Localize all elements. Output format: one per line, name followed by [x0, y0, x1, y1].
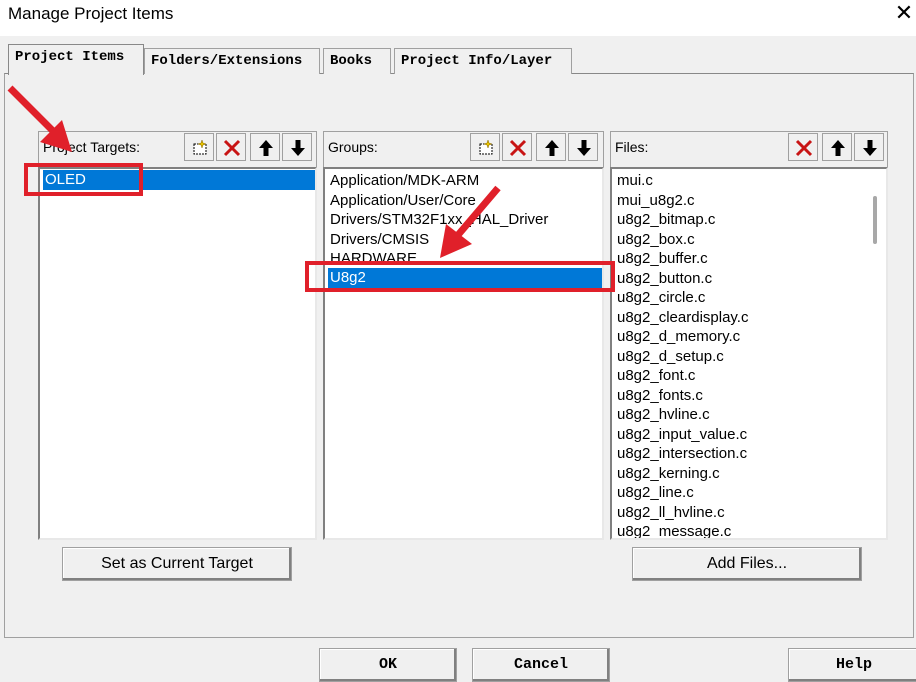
move-up-icon: [831, 140, 845, 156]
group-item[interactable]: Application/MDK-ARM: [328, 171, 479, 191]
group-item[interactable]: HARDWARE: [328, 249, 417, 269]
help-button[interactable]: Help: [788, 648, 916, 682]
groups-label: Groups:: [328, 139, 378, 155]
add-files-button[interactable]: Add Files...: [632, 547, 862, 581]
delete-icon: [509, 139, 527, 157]
file-item[interactable]: u8g2_intersection.c: [615, 444, 747, 464]
tab-project-info-layer[interactable]: Project Info/Layer: [394, 48, 572, 74]
files-move-down-button[interactable]: [854, 133, 884, 161]
close-icon[interactable]: ✕: [892, 0, 916, 28]
file-item[interactable]: u8g2_input_value.c: [615, 425, 747, 445]
delete-icon: [223, 139, 241, 157]
file-item[interactable]: u8g2_buffer.c: [615, 249, 708, 269]
files-listbox[interactable]: mui.c mui_u8g2.c u8g2_bitmap.c u8g2_box.c u8…: [610, 167, 888, 540]
file-item[interactable]: u8g2_hvline.c: [615, 405, 710, 425]
file-item[interactable]: u8g2_d_memory.c: [615, 327, 740, 347]
targets-delete-button[interactable]: [216, 133, 246, 161]
file-item[interactable]: u8g2_message.c: [615, 522, 731, 538]
targets-listbox[interactable]: OLED: [38, 167, 317, 540]
scrollbar-thumb[interactable]: [873, 196, 877, 244]
file-item[interactable]: mui.c: [615, 171, 653, 191]
file-item[interactable]: mui_u8g2.c: [615, 191, 695, 211]
groups-new-button[interactable]: [470, 133, 500, 161]
groups-move-up-button[interactable]: [536, 133, 566, 161]
files-scrollbar[interactable]: [866, 172, 884, 536]
move-up-icon: [545, 140, 559, 156]
new-item-icon: [193, 139, 207, 155]
groups-listbox[interactable]: Application/MDK-ARM Application/User/Cor…: [323, 167, 604, 540]
file-item[interactable]: u8g2_line.c: [615, 483, 694, 503]
window-title: Manage Project Items: [8, 4, 174, 23]
set-current-target-button[interactable]: Set as Current Target: [62, 547, 292, 581]
target-item-oled[interactable]: OLED: [43, 170, 315, 190]
move-up-icon: [259, 140, 273, 156]
delete-icon: [795, 139, 813, 157]
file-item[interactable]: u8g2_box.c: [615, 230, 695, 250]
group-item[interactable]: Drivers/STM32F1xx_HAL_Driver: [328, 210, 548, 230]
files-label: Files:: [615, 139, 649, 155]
targets-move-down-button[interactable]: [282, 133, 312, 161]
group-item-selected[interactable]: U8g2: [328, 268, 602, 288]
groups-move-down-button[interactable]: [568, 133, 598, 161]
targets-label: Project Targets:: [43, 139, 141, 155]
file-item[interactable]: u8g2_circle.c: [615, 288, 705, 308]
file-item[interactable]: u8g2_button.c: [615, 269, 712, 289]
files-delete-button[interactable]: [788, 133, 818, 161]
tab-books[interactable]: Books: [323, 48, 391, 74]
files-move-up-button[interactable]: [822, 133, 852, 161]
targets-move-up-button[interactable]: [250, 133, 280, 161]
file-item[interactable]: u8g2_font.c: [615, 366, 695, 386]
ok-button[interactable]: OK: [319, 648, 457, 682]
move-down-icon: [577, 140, 591, 156]
move-down-icon: [291, 140, 305, 156]
file-item[interactable]: u8g2_fonts.c: [615, 386, 703, 406]
group-item[interactable]: Drivers/CMSIS: [328, 230, 429, 250]
groups-delete-button[interactable]: [502, 133, 532, 161]
new-item-icon: [479, 139, 493, 155]
tab-folders-extensions[interactable]: Folders/Extensions: [144, 48, 320, 74]
cancel-button[interactable]: Cancel: [472, 648, 610, 682]
file-item[interactable]: u8g2_ll_hvline.c: [615, 503, 725, 523]
file-item[interactable]: u8g2_cleardisplay.c: [615, 308, 748, 328]
targets-new-button[interactable]: [184, 133, 214, 161]
file-item[interactable]: u8g2_bitmap.c: [615, 210, 715, 230]
file-item[interactable]: u8g2_d_setup.c: [615, 347, 724, 367]
tab-project-items[interactable]: Project Items: [8, 44, 144, 75]
file-item[interactable]: u8g2_kerning.c: [615, 464, 720, 484]
move-down-icon: [863, 140, 877, 156]
group-item[interactable]: Application/User/Core: [328, 191, 476, 211]
